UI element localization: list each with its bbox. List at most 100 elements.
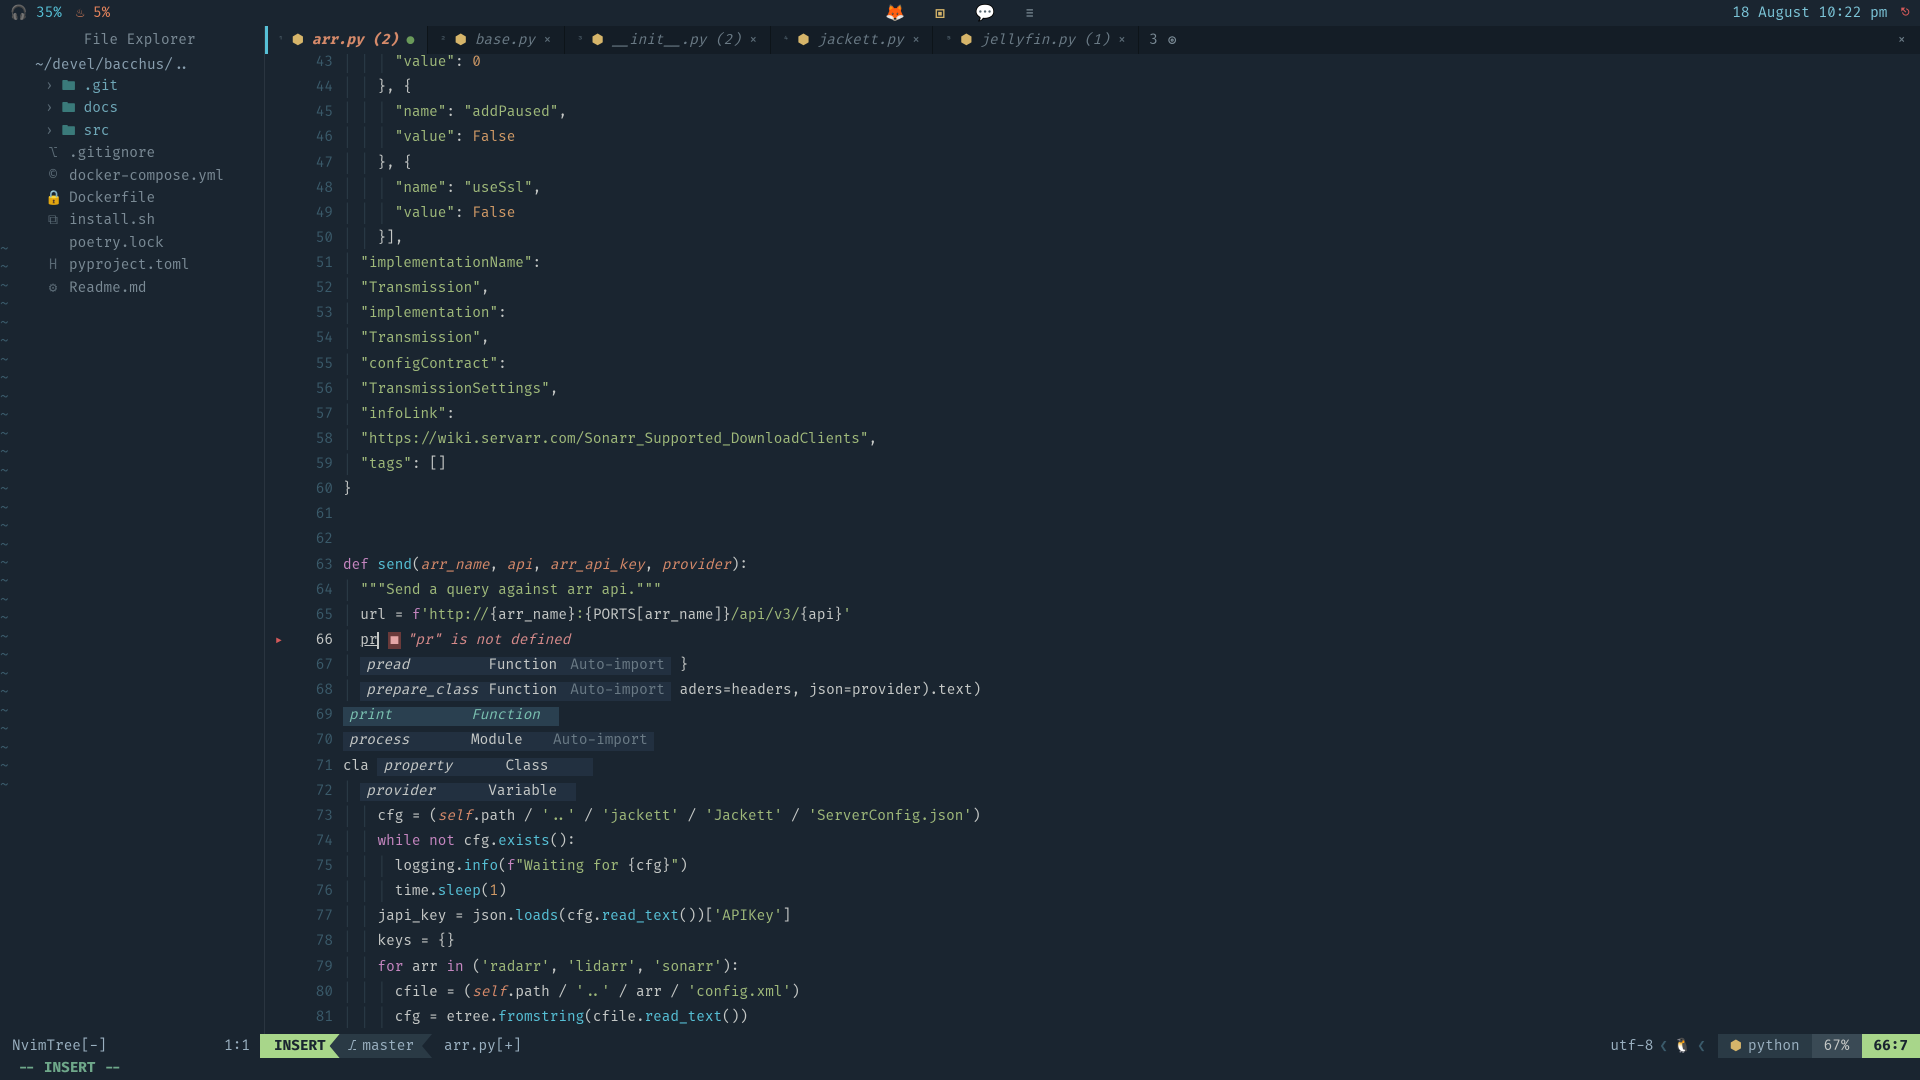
code-line[interactable]: │ "TransmissionSettings", (343, 381, 1920, 400)
code-line[interactable]: } (343, 481, 1920, 500)
tab-close-all[interactable]: × (1883, 26, 1920, 54)
code-line[interactable] (343, 506, 1920, 525)
code-line[interactable]: │ │ }], (343, 230, 1920, 249)
code-line[interactable]: │ url = f'http://{arr_name}:{PORTS[arr_n… (343, 607, 1920, 626)
modified-icon: ● (406, 32, 415, 49)
terminal-icon[interactable]: ▣ (935, 3, 945, 23)
tree-item[interactable]: ©docker-compose.yml (45, 166, 264, 188)
tree-item[interactable]: ⧉install.sh (45, 210, 264, 232)
file-explorer-path: ~/devel/bacchus/.. (15, 55, 264, 76)
code-line[interactable]: │ │ │ cfile = (self.path / '..' / arr / … (343, 984, 1920, 1003)
code-line[interactable]: │ pr ■"pr" is not defined (343, 632, 1920, 651)
tree-item[interactable]: › 🖿 docs (45, 98, 264, 120)
tree-item[interactable]: ⚙Readme.md (45, 278, 264, 300)
file-explorer: ~~~~~~~~~~~~~~~~~~~~~~~~~~~~~~ File Expl… (0, 26, 265, 1034)
folder-icon: 🖿 (62, 76, 76, 98)
code-line[interactable]: │ "Transmission", (343, 280, 1920, 299)
code-line[interactable]: │ │ │ cfg = etree.fromstring(cfile.read_… (343, 1009, 1920, 1028)
sign-column: ~~~~~~~~~~~~~~~~~~~~~~~~~~~~~~ (0, 26, 15, 795)
code-line[interactable]: │ """Send a query against arr api.""" (343, 582, 1920, 601)
code-line[interactable]: │ │ }, { (343, 155, 1920, 174)
tree-item[interactable]: ⌥.gitignore (45, 143, 264, 165)
code-line[interactable]: def send(arr_name, api, arr_api_key, pro… (343, 557, 1920, 576)
code-line[interactable]: │ │ │ "value": 0 (343, 54, 1920, 73)
code-line[interactable]: │ │ keys = {} (343, 933, 1920, 952)
tree-item[interactable]: › 🖿 .git (45, 76, 264, 98)
status-nvimtree: NvimTree[-] (0, 1034, 200, 1058)
folder-icon: 🖿 (62, 98, 76, 120)
code-line[interactable]: │ │ │ "value": False (343, 205, 1920, 224)
code-line[interactable]: │ │ japi_key = json.loads(cfg.read_text(… (343, 908, 1920, 927)
code-line[interactable]: │ providerVariable (343, 783, 1920, 802)
code-line[interactable]: │ "infoLink": (343, 406, 1920, 425)
file-icon: ⧉ (45, 210, 61, 232)
status-filetype: ⬢ python (1718, 1034, 1812, 1058)
code-line[interactable]: cla propertyClass (343, 758, 1920, 777)
target-icon: ◎ (1168, 32, 1177, 49)
code-line[interactable]: │ │ │ time.sleep(1) (343, 883, 1920, 902)
code-line[interactable]: │ │ }, { (343, 79, 1920, 98)
tab[interactable]: ⁵ ⬢ jellyfin.py (1) × (933, 26, 1139, 54)
code-line[interactable]: printFunction (343, 707, 1920, 726)
tab[interactable]: ⁴ ⬢ jackett.py × (771, 26, 934, 54)
file-icon: ⚙ (45, 278, 61, 300)
equalizer-icon[interactable]: ≡ (1025, 3, 1035, 23)
python-icon: ⬢ (292, 32, 304, 49)
file-icon: 🔒 (45, 188, 61, 210)
status-mode: INSERT (260, 1034, 340, 1058)
code-line[interactable] (343, 531, 1920, 550)
python-icon: ⬢ (797, 32, 809, 49)
status-percent: 67% (1812, 1034, 1862, 1058)
firefox-icon[interactable]: 🦊 (885, 3, 905, 23)
close-icon[interactable]: × (912, 32, 921, 49)
code-line[interactable]: │ "implementation": (343, 305, 1920, 324)
status-file: arr.py[+] (432, 1034, 534, 1058)
close-icon[interactable]: × (543, 32, 552, 49)
tab[interactable]: ² ⬢ base.py × (428, 26, 565, 54)
file-icon: © (45, 166, 61, 188)
status-tree-pos: 1:1 (200, 1038, 260, 1055)
file-tree[interactable]: › 🖿 .git› 🖿 docs› 🖿 src⌥.gitignore©docke… (15, 76, 264, 300)
code-line[interactable]: │ preadFunctionAuto-import } (343, 657, 1920, 676)
status-location: 66:7 (1862, 1034, 1920, 1058)
tree-item[interactable]: › 🖿 src (45, 121, 264, 143)
code-line[interactable]: │ "implementationName": (343, 255, 1920, 274)
code-line[interactable]: │ │ │ "name": "useSsl", (343, 180, 1920, 199)
code-line[interactable]: │ "tags": [] (343, 456, 1920, 475)
headphones-icon: 🎧 35% (10, 5, 62, 22)
chat-icon[interactable]: 💬 (975, 3, 995, 23)
code-line[interactable]: │ │ cfg = (self.path / '..' / 'jackett' … (343, 808, 1920, 827)
code-line[interactable]: │ │ │ logging.info(f"Waiting for {cfg}") (343, 858, 1920, 877)
system-topbar: 🎧 35% ♨ 5% 🦊 ▣ 💬 ≡ 18 August 10:22 pm ⎋ (0, 0, 1920, 26)
statusbar: NvimTree[-] 1:1 INSERT ⎇ master arr.py[+… (0, 1034, 1920, 1058)
code-line[interactable]: │ │ │ "value": False (343, 129, 1920, 148)
code-area[interactable]: 43│ │ │ "value": 044│ │ }, {45│ │ │ "nam… (265, 54, 1920, 1034)
code-line[interactable]: │ "configContract": (343, 356, 1920, 375)
tree-item[interactable]: poetry.lock (45, 233, 264, 255)
file-icon: ⌥ (45, 143, 61, 165)
code-line[interactable]: │ │ │ "name": "addPaused", (343, 104, 1920, 123)
tree-item[interactable]: Hpyproject.toml (45, 255, 264, 277)
code-line[interactable]: │ │ while not cfg.exists(): (343, 833, 1920, 852)
tab[interactable]: ¹ ⬢ arr.py (2) ● (265, 26, 428, 54)
logout-icon[interactable]: ⎋ (1901, 5, 1910, 22)
tab[interactable]: ³ ⬢ __init__.py (2) × (565, 26, 771, 54)
code-line[interactable]: │ "https://wiki.servarr.com/Sonarr_Suppo… (343, 431, 1920, 450)
tab-overflow[interactable]: 3 ◎ (1139, 26, 1186, 54)
fire-icon: ♨ 5% (76, 5, 110, 22)
file-icon: H (45, 255, 61, 277)
tree-item[interactable]: 🔒Dockerfile (45, 188, 264, 210)
command-line: -- INSERT -- (0, 1058, 1920, 1080)
tab-bar[interactable]: ¹ ⬢ arr.py (2) ●² ⬢ base.py ×³ ⬢ __init_… (265, 26, 1920, 54)
branch-icon: ⎇ (348, 1038, 357, 1055)
code-line[interactable]: │ "Transmission", (343, 330, 1920, 349)
code-line[interactable]: │ │ for arr in ('radarr', 'lidarr', 'son… (343, 959, 1920, 978)
editor: ¹ ⬢ arr.py (2) ●² ⬢ base.py ×³ ⬢ __init_… (265, 26, 1920, 1034)
close-icon[interactable]: × (749, 32, 758, 49)
python-icon: ⬢ (592, 32, 604, 49)
python-icon: ⬢ (455, 32, 467, 49)
close-icon[interactable]: × (1118, 32, 1127, 49)
code-line[interactable]: │ prepare_classFunctionAuto-import aders… (343, 682, 1920, 701)
python-icon: ⬢ (1730, 1038, 1742, 1055)
code-line[interactable]: processModuleAuto-import (343, 732, 1920, 751)
